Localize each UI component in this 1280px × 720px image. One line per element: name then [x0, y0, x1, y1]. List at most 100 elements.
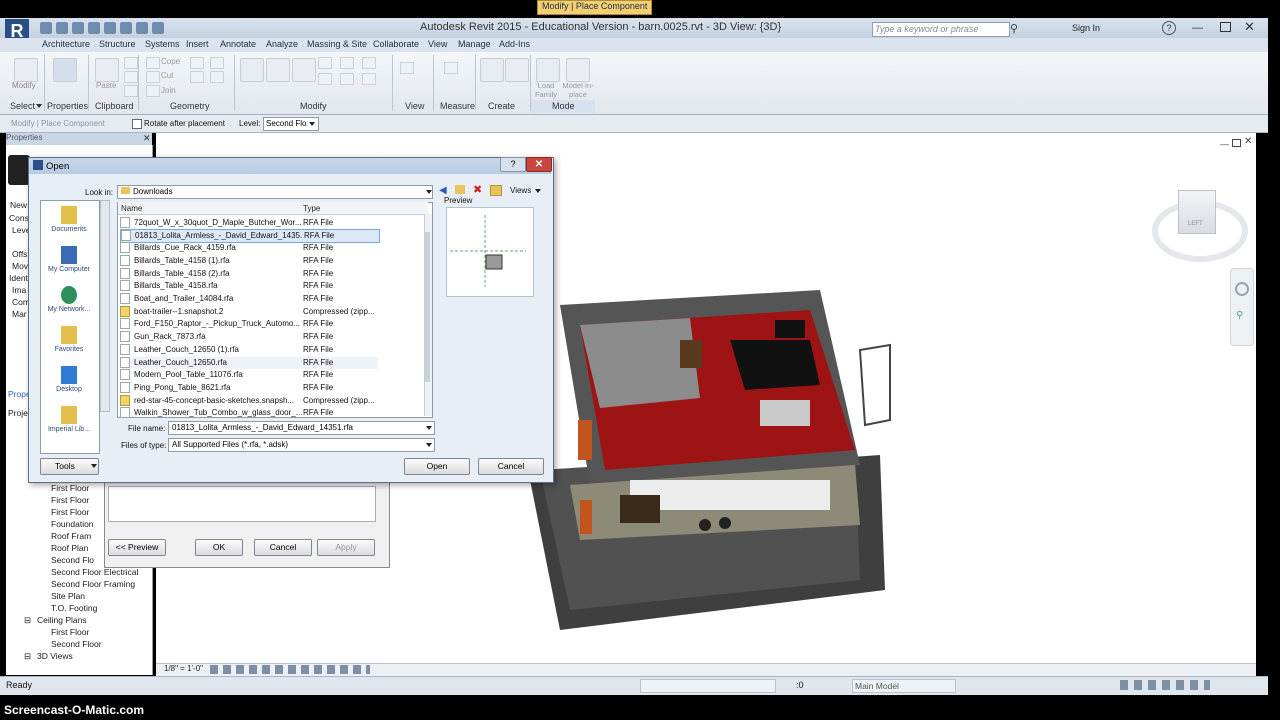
paste-icon[interactable] [95, 58, 119, 82]
files-of-type-dropdown[interactable]: All Supported Files (*.rfa, *.adsk) [168, 438, 435, 452]
modify-arrow-icon[interactable] [14, 58, 38, 82]
search-input[interactable]: Type a keyword or phrase [872, 22, 1010, 37]
select-dropdown-icon[interactable] [36, 104, 42, 108]
file-row[interactable]: red-star-45-concept-basic-sketches.snaps… [120, 395, 378, 407]
move-icon[interactable] [318, 57, 332, 69]
tab-analyze[interactable]: Analyze [266, 39, 298, 49]
file-name-input[interactable]: 01813_Lolita_Armless_-_David_Edward_1435… [168, 421, 435, 435]
file-row[interactable]: Leather_Couch_12650 (1).rfa RFA File [120, 344, 378, 356]
up-folder-icon[interactable] [455, 185, 465, 194]
align-icon[interactable] [240, 58, 264, 82]
tag-icon[interactable] [152, 22, 164, 34]
file-row[interactable]: Ping_Pong_Table_8621.rfa RFA File [120, 382, 378, 394]
measure-icon[interactable] [120, 22, 132, 34]
tree-expander-icon[interactable]: ⊟ [24, 651, 31, 662]
measure-tool-icon[interactable] [444, 62, 458, 74]
place-my-computer[interactable]: My Computer [40, 246, 98, 273]
place-favorites[interactable]: Favorites [40, 326, 98, 353]
column-name[interactable]: Name [121, 204, 142, 213]
view-close-icon[interactable]: ✕ [1244, 136, 1252, 147]
delete-icon[interactable]: ✖ [473, 183, 482, 196]
minimize-icon[interactable]: — [1192, 22, 1203, 34]
back-icon[interactable]: ◀ [439, 185, 447, 196]
create-assembly-icon[interactable] [480, 58, 504, 82]
array-icon[interactable] [362, 73, 376, 85]
file-row[interactable]: 72quot_W_x_30quot_D_Maple_Butcher_Wor...… [120, 217, 378, 229]
zoom-icon[interactable]: ⚲ [1236, 310, 1243, 321]
cancel-button[interactable]: Cancel [254, 539, 312, 556]
dialog-cancel-button[interactable]: Cancel [478, 458, 544, 475]
places-scrollbar[interactable] [100, 200, 110, 412]
tab-systems[interactable]: Systems [145, 39, 180, 49]
file-row-hover[interactable]: Leather_Couch_12650.rfa RFA File [120, 357, 378, 369]
save-icon[interactable] [56, 22, 68, 34]
view-minimize-icon[interactable]: — [1220, 139, 1229, 149]
panel-select[interactable]: Select [10, 101, 35, 111]
tab-modify-place-component[interactable]: Modify | Place Component [537, 0, 653, 15]
file-row[interactable]: Ford_F150_Raptor_-_Pickup_Truck_Automo..… [120, 318, 378, 330]
dialog-help-button[interactable]: ? [500, 157, 526, 172]
tab-structure[interactable]: Structure [99, 39, 136, 49]
3d-house-model[interactable] [520, 280, 910, 630]
file-row[interactable]: Walkin_Shower_Tub_Combo_w_glass_door_...… [120, 407, 378, 419]
steering-wheel-icon[interactable] [1235, 282, 1249, 296]
open-button[interactable]: Open [404, 458, 470, 475]
geometry-tool-1-icon[interactable] [190, 57, 204, 69]
new-icon[interactable] [40, 22, 52, 34]
rotate-checkbox[interactable] [132, 119, 142, 129]
file-list-scroll-thumb[interactable] [425, 232, 430, 382]
file-row[interactable]: Billards_Table_4158.rfa RFA File [120, 280, 378, 292]
join-icon[interactable] [146, 85, 160, 97]
place-my-network[interactable]: My Network... [40, 286, 98, 313]
selection-filter-icons[interactable] [1120, 680, 1210, 690]
match-icon[interactable] [124, 85, 138, 97]
files-of-type-arrow-icon[interactable] [426, 443, 432, 447]
tree-item[interactable]: First Floor [51, 627, 89, 637]
geometry-tool-4-icon[interactable] [210, 71, 224, 83]
ok-button[interactable]: OK [195, 539, 243, 556]
tab-collaborate[interactable]: Collaborate [373, 39, 419, 49]
copy-icon[interactable] [124, 57, 138, 69]
undo-icon[interactable] [72, 22, 84, 34]
tab-view[interactable]: View [428, 39, 447, 49]
dialog-close-button[interactable]: ✕ [526, 157, 552, 172]
cut-icon[interactable] [124, 71, 138, 83]
tree-item[interactable]: Second Floor Electrical [51, 567, 138, 577]
close-app-icon[interactable]: ✕ [1244, 19, 1255, 35]
tree-item[interactable]: Second Floor [51, 639, 102, 649]
file-row[interactable]: Billards_Table_4158 (2).rfa RFA File [120, 268, 378, 280]
copy-modify-icon[interactable] [340, 57, 354, 69]
look-in-arrow-icon[interactable] [426, 190, 432, 194]
tree-item[interactable]: Second Flo [51, 555, 94, 565]
sign-in-link[interactable]: Sign In [1072, 23, 1100, 33]
navigation-bar[interactable] [1230, 268, 1254, 346]
tree-expander-icon[interactable]: ⊟ [24, 615, 31, 626]
load-family-icon[interactable] [536, 58, 560, 82]
views-menu[interactable]: Views [510, 186, 531, 195]
place-desktop[interactable]: Desktop [40, 366, 98, 393]
tree-item[interactable]: Roof Fram [51, 531, 91, 541]
tab-manage[interactable]: Manage [458, 39, 491, 49]
tab-insert[interactable]: Insert [186, 39, 209, 49]
tab-architecture[interactable]: Architecture [42, 39, 90, 49]
print-icon[interactable] [104, 22, 116, 34]
file-row[interactable]: boat-trailer--1.snapshot.2 Compressed (zi… [120, 306, 378, 318]
properties-close-icon[interactable]: ✕ [143, 133, 151, 144]
tools-arrow-icon[interactable] [91, 464, 97, 468]
rotate-icon[interactable] [362, 57, 376, 69]
properties-icon[interactable] [53, 58, 77, 82]
trim-icon[interactable] [318, 73, 332, 85]
cut-geometry-icon[interactable] [146, 71, 160, 83]
scale-label[interactable]: 1/8" = 1'-0" [164, 664, 203, 673]
create-group-icon[interactable] [505, 58, 529, 82]
file-row[interactable]: Billards_Table_4158 (1).rfa RFA File [120, 255, 378, 267]
tree-item-3d-views[interactable]: 3D Views [37, 651, 73, 661]
file-row[interactable]: Billards_Cue_Rack_4159.rfa RFA File [120, 242, 378, 254]
tab-massing-site[interactable]: Massing & Site [307, 39, 367, 49]
workset-dropdown[interactable] [640, 679, 776, 693]
look-in-dropdown[interactable]: Downloads [117, 185, 433, 199]
split-icon[interactable] [340, 73, 354, 85]
geometry-tool-3-icon[interactable] [190, 71, 204, 83]
help-icon[interactable]: ? [1162, 21, 1176, 35]
file-name-arrow-icon[interactable] [426, 426, 432, 430]
